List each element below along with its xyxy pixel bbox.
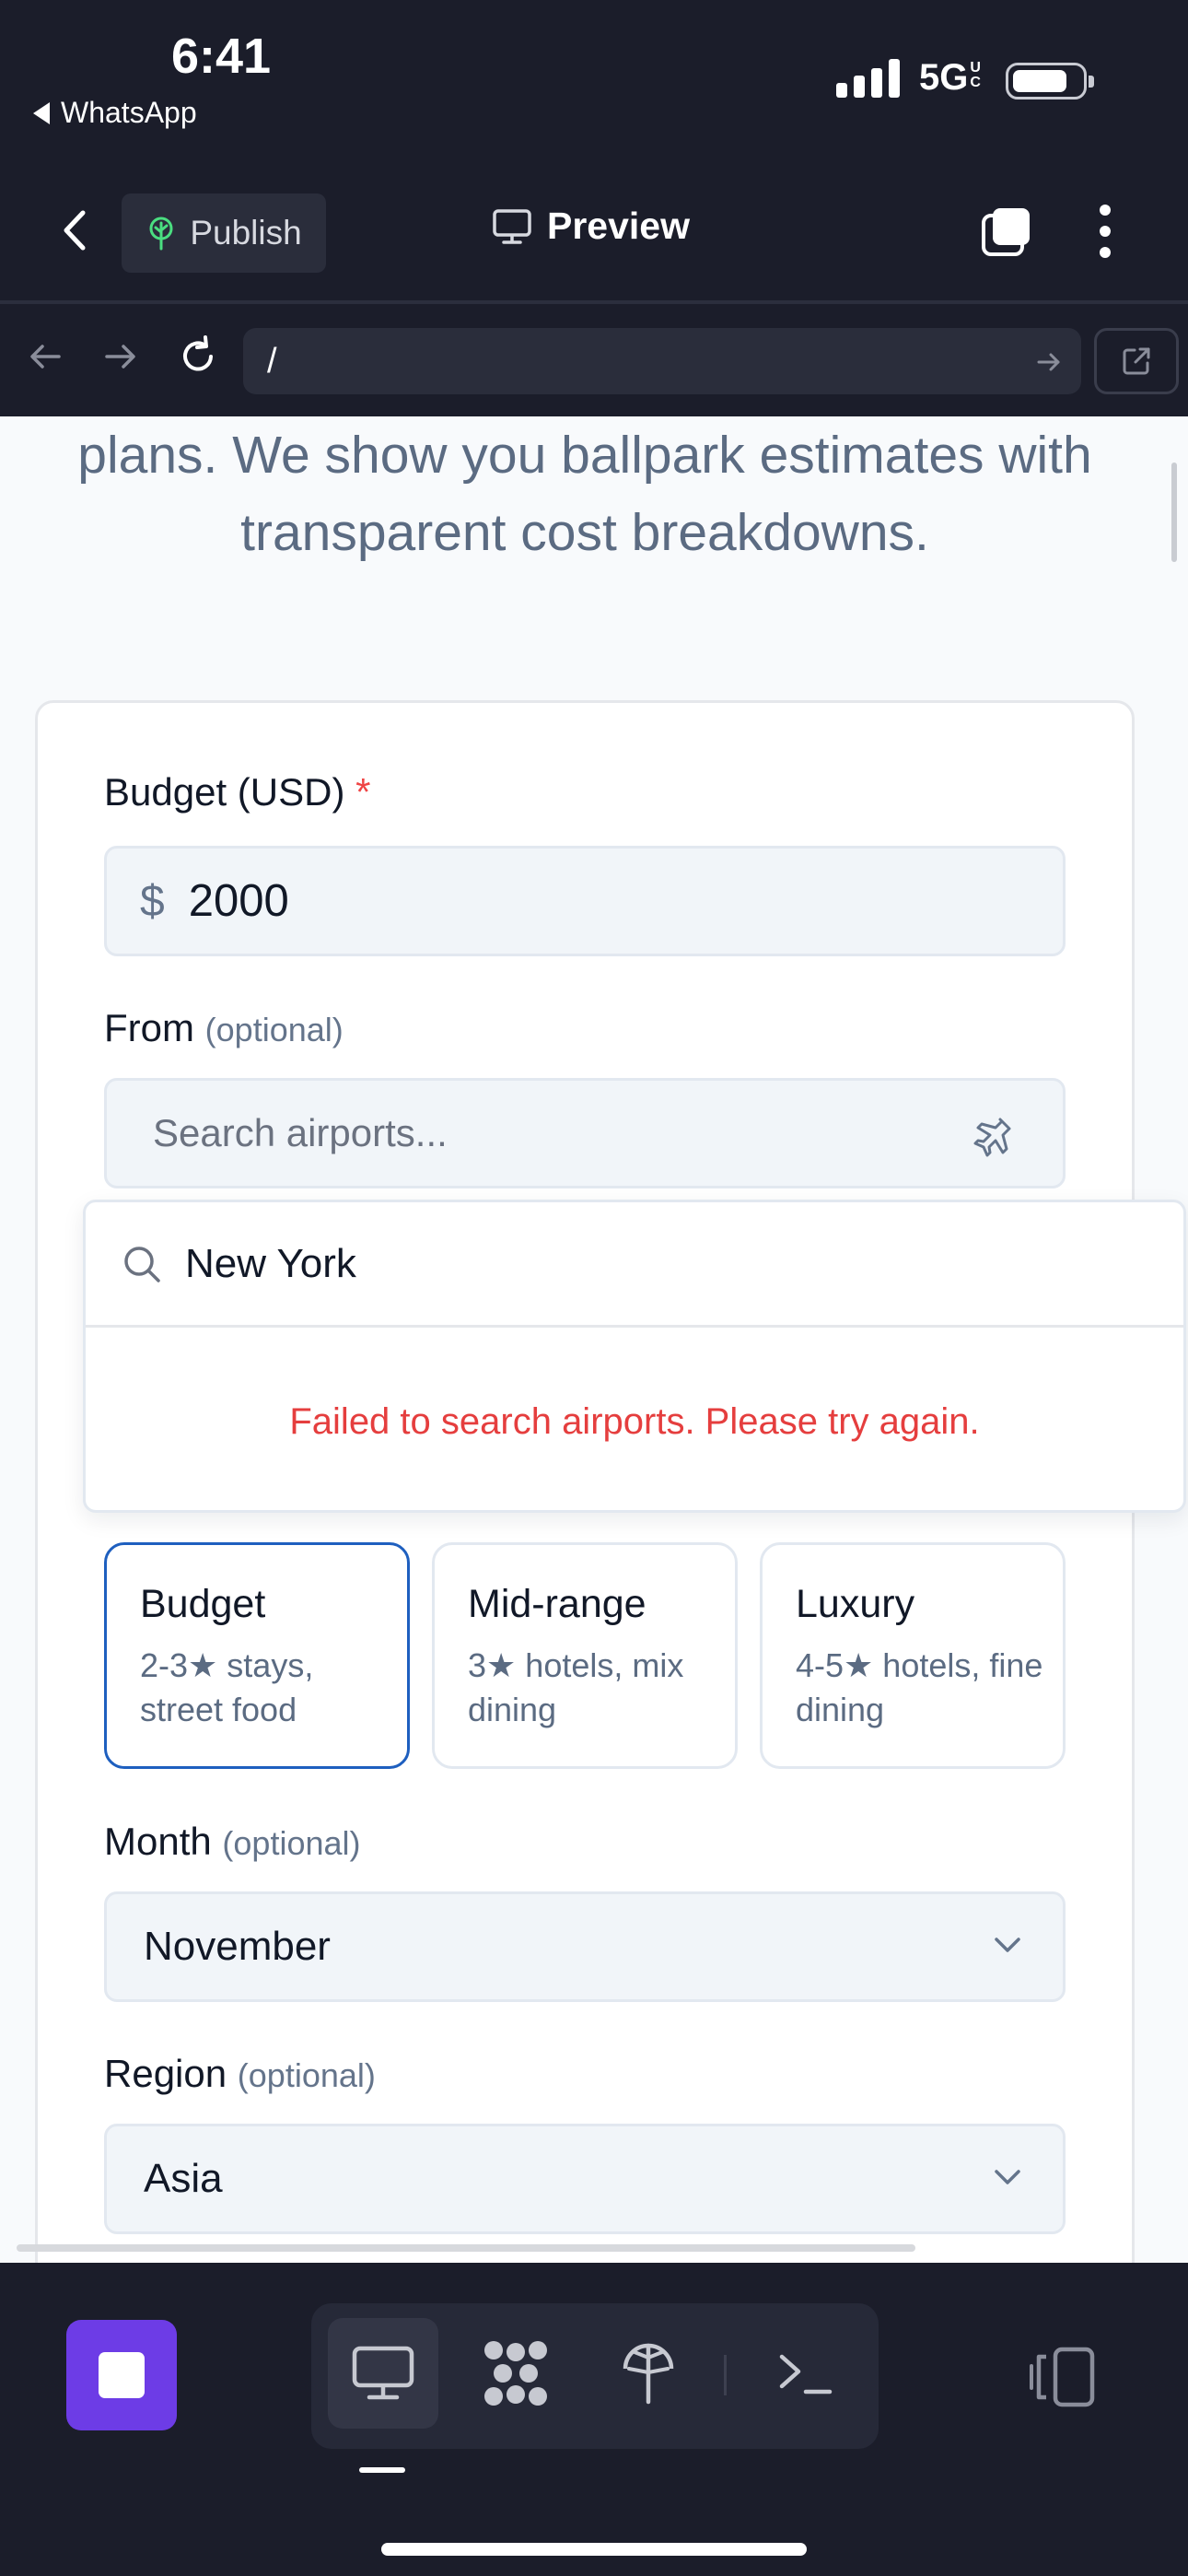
device-rotate-icon[interactable] <box>1030 2344 1101 2410</box>
intro-text: plans. We show you ballpark estimates wi… <box>77 426 1092 562</box>
more-menu-icon[interactable] <box>1094 205 1116 258</box>
webpage-viewport: plans. We show you ballpark estimates wi… <box>0 416 1188 2263</box>
arrow-right-icon[interactable] <box>98 334 144 380</box>
search-icon <box>124 1246 160 1282</box>
tier-description: 2-3★ stays, street food <box>140 1646 314 1728</box>
tabs-icon[interactable] <box>980 205 1033 258</box>
stop-icon <box>99 2352 145 2398</box>
airport-search-error: Failed to search airports. Please try ag… <box>289 1400 980 1442</box>
toolbar-divider <box>724 2355 727 2395</box>
network-suffix: UC <box>970 60 981 90</box>
vertical-scrollbar[interactable] <box>1171 463 1177 562</box>
region-label: Region (optional) <box>104 2052 376 2096</box>
tier-description: 4-5★ hotels, fine dining <box>796 1646 1043 1728</box>
chevron-down-icon <box>995 1938 1020 1952</box>
back-to-app-link[interactable]: WhatsApp <box>33 96 197 130</box>
tier-card-mid-range[interactable]: Mid-range 3★ hotels, mix dining <box>432 1542 738 1769</box>
url-text: / <box>267 341 277 381</box>
terminal-icon <box>779 2354 833 2395</box>
terminal-button[interactable] <box>750 2318 860 2429</box>
tier-card-luxury[interactable]: Luxury 4-5★ hotels, fine dining <box>760 1542 1066 1769</box>
month-select[interactable]: November <box>104 1891 1066 2002</box>
horizontal-scrollbar[interactable] <box>17 2244 915 2252</box>
tier-title: Mid-range <box>468 1582 646 1626</box>
plane-icon <box>973 1118 1011 1157</box>
tree-icon <box>623 2343 674 2405</box>
currency-symbol: $ <box>140 876 165 926</box>
region-value: Asia <box>144 2156 223 2201</box>
reload-icon[interactable] <box>175 334 221 380</box>
desktop-view-button[interactable] <box>328 2318 438 2429</box>
apps-grid-button[interactable] <box>460 2318 571 2429</box>
cluster-icon <box>484 2341 547 2406</box>
airport-search-field[interactable]: New York <box>86 1202 1183 1328</box>
region-select[interactable]: Asia <box>104 2124 1066 2234</box>
back-app-label: WhatsApp <box>61 96 197 129</box>
from-label-text: From <box>104 1006 194 1049</box>
app-toolbar: Publish Preview <box>0 157 1188 304</box>
battery-icon <box>1006 63 1094 100</box>
tier-card-budget[interactable]: Budget 2-3★ stays, street food <box>104 1542 410 1769</box>
from-placeholder: Search airports... <box>153 1111 448 1154</box>
tier-description: 3★ hotels, mix dining <box>468 1646 684 1728</box>
url-input[interactable]: / <box>243 328 1081 394</box>
optional-hint: (optional) <box>204 1011 344 1048</box>
budget-label: Budget (USD) * <box>104 770 370 814</box>
network-indicator: 5G UC <box>919 57 983 99</box>
status-bar: 6:41 WhatsApp 5G UC <box>0 0 1188 157</box>
region-label-text: Region <box>104 2052 227 2095</box>
home-indicator[interactable] <box>381 2543 807 2556</box>
go-arrow-icon[interactable] <box>1033 346 1065 378</box>
month-label: Month (optional) <box>104 1820 361 1864</box>
budget-value: 2000 <box>188 876 289 926</box>
budget-input[interactable]: $ 2000 <box>104 846 1066 956</box>
arrow-left-icon[interactable] <box>22 334 68 380</box>
publish-label: Publish <box>190 214 302 252</box>
chevron-left-icon[interactable] <box>55 207 96 253</box>
signal-icon <box>836 59 900 98</box>
from-label: From (optional) <box>104 1006 344 1050</box>
external-link-icon <box>1123 347 1150 375</box>
chevron-down-icon <box>995 2170 1020 2184</box>
monitor-icon <box>493 208 531 244</box>
month-label-text: Month <box>104 1820 212 1863</box>
active-tool-indicator <box>359 2467 405 2473</box>
required-mark: * <box>355 770 371 814</box>
month-value: November <box>144 1924 331 1969</box>
publish-tree-button[interactable] <box>593 2318 704 2429</box>
budget-label-text: Budget (USD) <box>104 770 345 814</box>
bottom-toolbar <box>0 2263 1188 2576</box>
monitor-icon <box>352 2346 414 2400</box>
open-external-button[interactable] <box>1094 328 1179 394</box>
preview-toggle[interactable]: Preview <box>492 205 690 248</box>
airport-search-dropdown: New York Failed to search airports. Plea… <box>83 1200 1186 1513</box>
optional-hint: (optional) <box>222 1824 361 1862</box>
status-time: 6:41 <box>171 29 272 84</box>
tier-title: Budget <box>140 1582 266 1626</box>
back-triangle-icon <box>33 101 50 124</box>
stop-button[interactable] <box>66 2320 177 2430</box>
tier-title: Luxury <box>796 1582 915 1626</box>
network-label: 5G <box>919 57 969 98</box>
browser-bar: / <box>0 308 1188 416</box>
from-airport-input[interactable]: Search airports... <box>104 1078 1066 1188</box>
optional-hint: (optional) <box>237 2056 376 2094</box>
tree-icon <box>149 217 173 251</box>
preview-label: Preview <box>547 205 690 247</box>
airport-search-query: New York <box>185 1240 356 1286</box>
publish-button[interactable]: Publish <box>122 193 326 273</box>
view-tool-group <box>311 2303 879 2449</box>
